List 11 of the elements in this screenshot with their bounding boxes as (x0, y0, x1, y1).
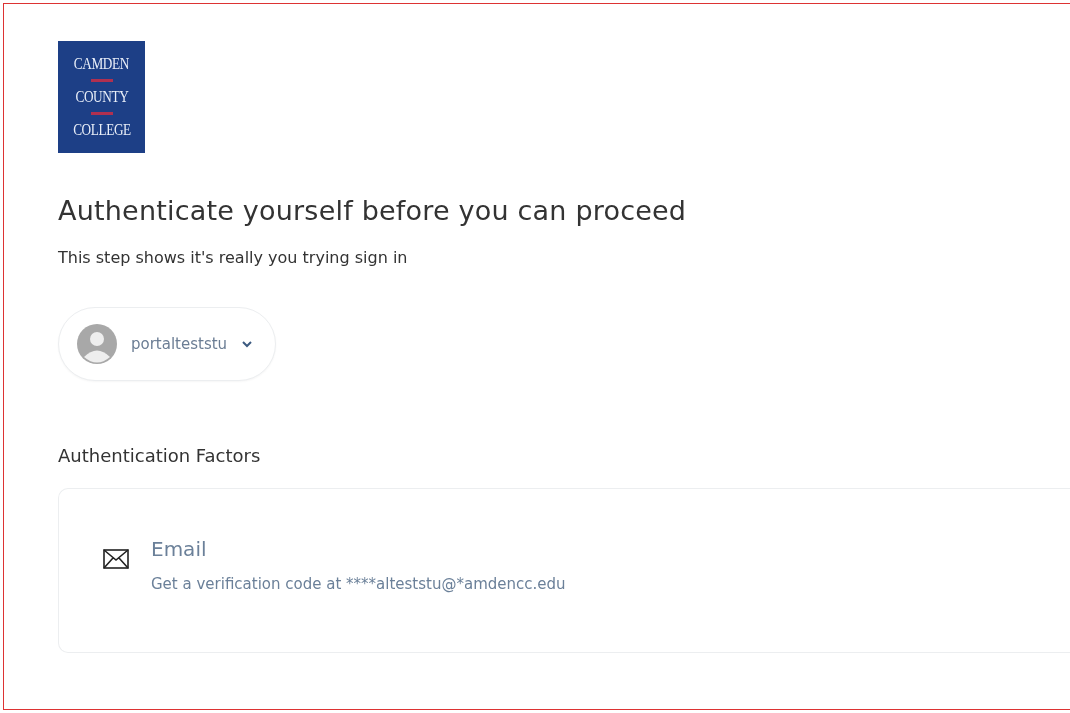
account-selector[interactable]: portalteststu (58, 307, 277, 381)
section-heading: Authentication Factors (58, 445, 262, 466)
chevron-down-icon (241, 340, 254, 348)
factor-option[interactable]: Email Get a verification code at ****alteststu@*amdencc.edu (58, 488, 1070, 653)
factor-description: Get a verification code at ****alteststu@*amdencc.edu (151, 575, 566, 593)
envelope-icon (103, 549, 129, 569)
logo: CAMDEN COUNTY COLLEGE (58, 41, 145, 153)
page-heading: Authenticate yourself before you can proceed (58, 195, 688, 226)
avatar-icon (77, 324, 117, 364)
factor-title: Email (151, 537, 208, 561)
page-subheading: This step shows it's really you trying sign in (58, 248, 409, 267)
